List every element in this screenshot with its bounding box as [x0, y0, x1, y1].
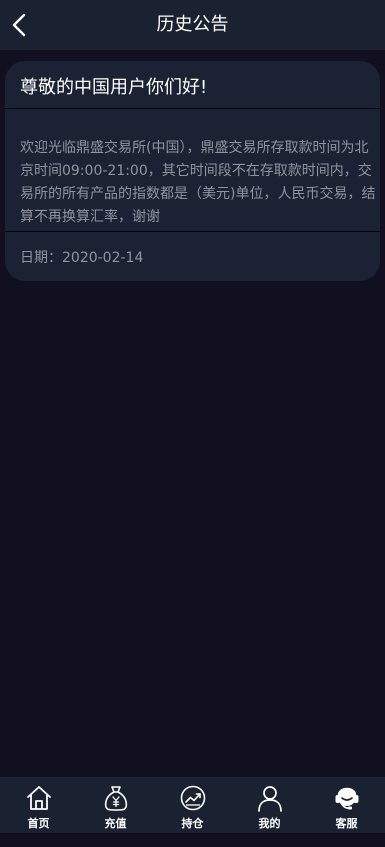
home-icon: [26, 786, 51, 810]
tab-home-label: 首页: [27, 817, 50, 830]
tab-positions-label: 持仓: [181, 817, 204, 830]
bottom-tab-bar: 首页 充值 持仓 我的 客服: [0, 777, 385, 833]
tab-mine[interactable]: 我的: [231, 777, 308, 833]
tab-recharge[interactable]: 充值: [77, 777, 154, 833]
notice-title: 尊敬的中国用户你们好!: [20, 77, 208, 98]
header-bar: 历史公告: [0, 0, 385, 50]
tab-positions[interactable]: 持仓: [154, 777, 231, 833]
tab-mine-label: 我的: [258, 817, 281, 830]
tab-home[interactable]: 首页: [0, 777, 77, 833]
notice-card[interactable]: 尊敬的中国用户你们好! 欢迎光临鼎盛交易所(中国），鼎盛交易所存取款时间为北京时…: [5, 61, 380, 281]
page-title: 历史公告: [156, 14, 229, 35]
notice-body: 欢迎光临鼎盛交易所(中国），鼎盛交易所存取款时间为北京时间09:00-21:00…: [20, 140, 376, 225]
headset-icon: [335, 787, 358, 810]
notice-date: 日期：2020-02-14: [20, 250, 144, 266]
money-bag-icon: [104, 786, 127, 811]
notice-divider-top: [5, 108, 380, 109]
user-icon: [257, 786, 282, 812]
notice-divider-bottom: [5, 231, 380, 232]
tab-service[interactable]: 客服: [308, 777, 385, 833]
trend-chart-icon: [180, 785, 205, 811]
tab-recharge-label: 充值: [104, 817, 127, 830]
tab-service-label: 客服: [335, 817, 358, 830]
